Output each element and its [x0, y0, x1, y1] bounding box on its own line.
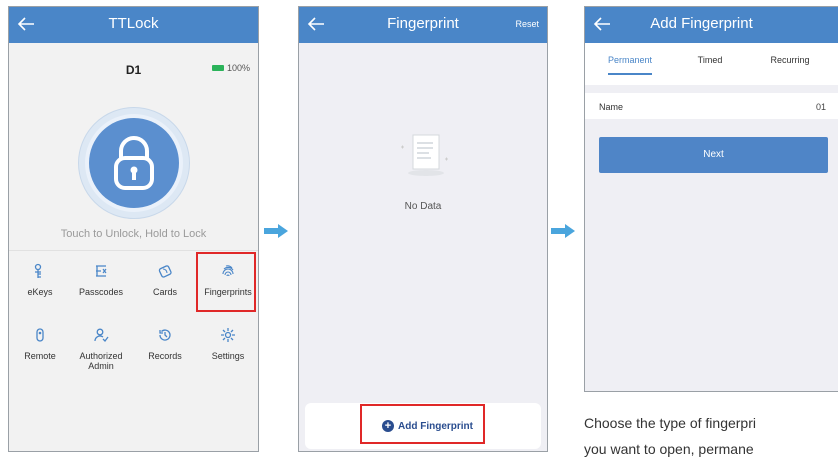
menu-label: eKeys	[27, 287, 53, 297]
feature-grid: eKeys Passcodes Cards Fingerprints Remot…	[9, 250, 258, 371]
name-value[interactable]: 01	[816, 102, 826, 112]
battery-indicator: 100%	[211, 63, 250, 73]
caption-line: Choose the type of fingerpri	[584, 415, 756, 431]
menu-label: Settings	[211, 351, 245, 361]
tab-timed[interactable]: Timed	[670, 43, 750, 85]
menu-item-ekeys[interactable]: eKeys	[9, 251, 71, 315]
menu-label: Authorized Admin	[79, 351, 123, 371]
tab-permanent[interactable]: Permanent	[590, 43, 670, 85]
padlock-icon	[114, 136, 154, 190]
menu-item-authorized-admin[interactable]: Authorized Admin	[70, 315, 132, 379]
next-step-arrow-icon	[264, 224, 288, 238]
menu-label: Cards	[152, 287, 177, 297]
next-step-arrow-icon	[551, 224, 575, 238]
app-title: TTLock	[108, 15, 159, 32]
screen-title: Add Fingerprint	[650, 15, 753, 32]
reset-button[interactable]: Reset	[515, 7, 539, 41]
highlight-box	[196, 252, 256, 312]
screen-title: Fingerprint	[387, 15, 459, 32]
menu-item-settings[interactable]: Settings	[197, 315, 258, 379]
menu-item-cards[interactable]: Cards	[134, 251, 196, 315]
name-label: Name	[599, 102, 624, 112]
card-icon	[158, 265, 172, 278]
name-field[interactable]: Name 01	[585, 93, 838, 119]
app-bar: Add Fingerprint	[585, 7, 838, 43]
battery-level: 100%	[226, 63, 250, 73]
lock-button-ring[interactable]	[78, 107, 190, 219]
passcode-icon	[96, 265, 107, 277]
menu-label: Remote	[24, 351, 56, 361]
next-button[interactable]: Next	[599, 137, 828, 173]
caption-line: you want to open, permane	[584, 441, 754, 457]
remote-icon	[36, 328, 44, 342]
battery-icon	[211, 65, 224, 71]
tab-recurring[interactable]: Recurring	[750, 43, 830, 85]
records-icon	[159, 329, 171, 341]
menu-label: Passcodes	[78, 287, 124, 297]
menu-label: Records	[148, 351, 182, 361]
fingerprint-list-screen: Fingerprint Reset No Data + Add Fingerpr…	[298, 6, 548, 452]
unlock-button[interactable]	[89, 118, 179, 208]
bottom-action-bar: + Add Fingerprint	[305, 403, 541, 449]
ekey-icon	[34, 263, 42, 278]
app-bar: Fingerprint Reset	[299, 7, 547, 43]
empty-document-icon	[401, 134, 448, 176]
lock-screen: TTLock D1 100% Touch to Unlock, Hold to …	[8, 6, 259, 452]
app-bar: TTLock	[9, 7, 258, 43]
add-fingerprint-screen: Add Fingerprint Permanent Timed Recurrin…	[584, 6, 838, 392]
unlock-hint: Touch to Unlock, Hold to Lock	[60, 228, 207, 240]
instruction-caption: Choose the type of fingerpri you want to…	[584, 410, 838, 458]
admin-icon	[94, 328, 109, 342]
settings-icon	[221, 328, 235, 342]
empty-state-text: No Data	[404, 201, 442, 212]
menu-item-passcodes[interactable]: Passcodes	[70, 251, 132, 315]
highlight-box	[360, 404, 485, 444]
menu-item-remote[interactable]: Remote	[9, 315, 71, 379]
menu-item-records[interactable]: Records	[134, 315, 196, 379]
type-tabs: Permanent Timed Recurring	[585, 43, 838, 85]
